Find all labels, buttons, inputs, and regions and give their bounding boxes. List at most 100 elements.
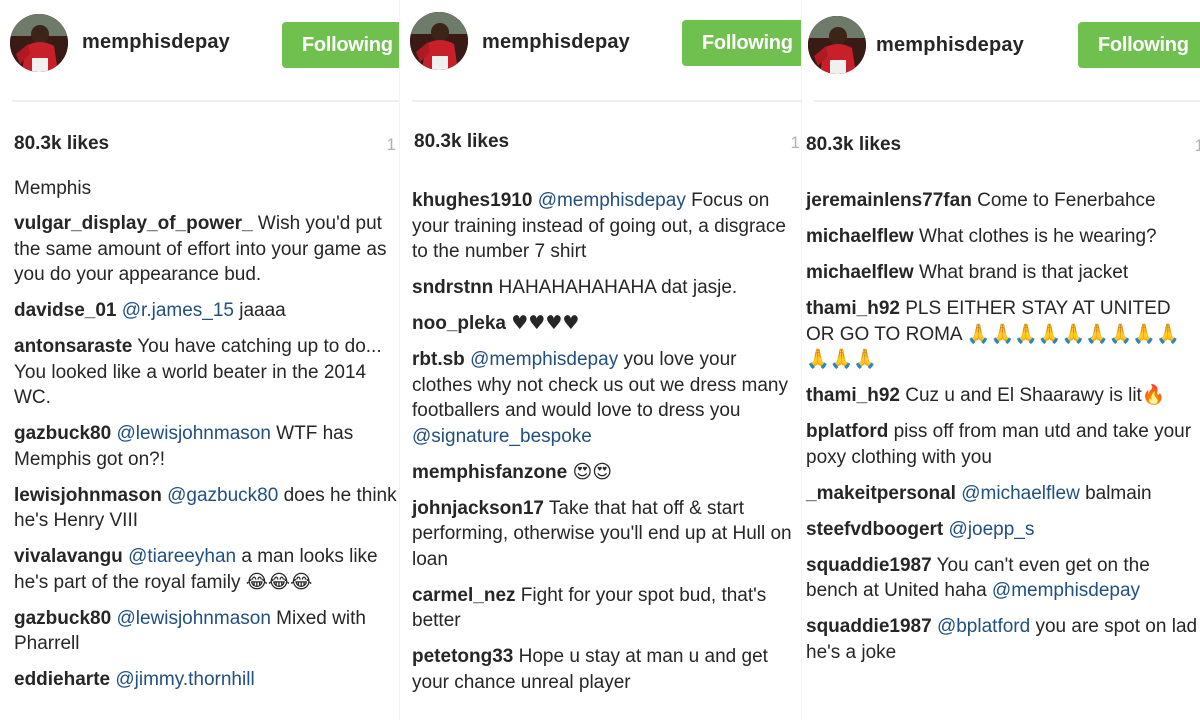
avatar[interactable] (410, 12, 468, 70)
likes-row: 80.3k likes 1 (14, 133, 400, 157)
comment: eddieharte @jimmy.thornhill (14, 667, 398, 693)
likes-count[interactable]: 80.3k likes (806, 134, 901, 155)
comment-mention-link[interactable]: @tiareeyhan (128, 546, 236, 567)
comment: davidse_01 @r.james_15 jaaaa (14, 298, 398, 324)
avatar-photo-icon (10, 14, 68, 72)
comment-username[interactable]: eddieharte (14, 669, 110, 690)
likes-count[interactable]: 80.3k likes (414, 131, 509, 152)
comment-mention-link[interactable]: @michaelflew (961, 483, 1080, 504)
comment-username[interactable]: antonsaraste (14, 336, 132, 357)
comment-username[interactable]: bplatford (806, 421, 888, 442)
comment-mention-link[interactable]: @gazbuck80 (167, 485, 278, 506)
comment: thami_h92 Cuz u and El Shaarawy is lit🔥 (806, 383, 1198, 409)
comment: johnjackson17 Take that hat off & start … (412, 496, 800, 573)
avatar[interactable] (808, 16, 866, 74)
comment-username[interactable]: squaddie1987 (806, 616, 932, 637)
comment: squaddie1987 @bplatford you are spot on … (806, 614, 1198, 665)
comment: khughes1910 @memphisdepay Focus on your … (412, 188, 800, 265)
comment-username[interactable]: vivalavangu (14, 546, 123, 567)
comment-username[interactable]: rbt.sb (412, 349, 465, 370)
comment: noo_pleka ♥♥♥♥ (412, 311, 800, 337)
comment-username[interactable]: _makeitpersonal (806, 483, 956, 504)
avatar-photo-icon (808, 16, 866, 74)
username[interactable]: memphisdepay (876, 34, 1024, 57)
comment-username[interactable]: noo_pleka (412, 313, 506, 334)
likes-row: 80.3k likes 1 (806, 134, 1200, 158)
comment: sndrstnn HAHAHAHAHAHA dat jasje. (412, 275, 800, 301)
post-time: 1 (386, 135, 396, 154)
comment-mention-link[interactable]: @lewisjohnmason (116, 608, 270, 629)
comment: vulgar_display_of_power_ Wish you'd put … (14, 211, 398, 288)
likes-count[interactable]: 80.3k likes (14, 133, 109, 154)
comment: jeremainlens77fan Come to Fenerbahce (806, 188, 1198, 214)
comment: michaelflew What clothes is he wearing? (806, 224, 1198, 250)
comment-username[interactable]: khughes1910 (412, 190, 532, 211)
comment-username[interactable]: thami_h92 (806, 385, 900, 406)
following-button[interactable]: Following (682, 20, 802, 66)
comment-username[interactable]: gazbuck80 (14, 423, 111, 444)
post-time: 1 (1194, 136, 1200, 155)
comment: antonsaraste You have catching up to do.… (14, 334, 398, 411)
header-divider (412, 100, 802, 102)
comment-mention-link[interactable]: @memphisdepay (538, 190, 686, 211)
avatar-photo-icon (410, 12, 468, 70)
post-time: 1 (790, 133, 800, 152)
comment-username[interactable]: davidse_01 (14, 300, 116, 321)
comment-username[interactable]: memphisfanzone (412, 462, 567, 483)
comment-mention-link[interactable]: @r.james_15 (122, 300, 234, 321)
comments-list: jeremainlens77fan Come to Fenerbahce mich… (806, 188, 1198, 676)
comment-username[interactable]: johnjackson17 (412, 498, 544, 519)
post-header: memphisdepay Following (0, 0, 400, 100)
header-divider (12, 100, 400, 102)
comment: rbt.sb @memphisdepay you love your cloth… (412, 347, 800, 449)
comment-username[interactable]: michaelflew (806, 262, 914, 283)
comment: petetong33 Hope u stay at man u and get … (412, 644, 800, 695)
comment-mention-link[interactable]: @memphisdepay (992, 580, 1140, 601)
comment: gazbuck80 @lewisjohnmason Mixed with Pha… (14, 606, 398, 657)
comment-emoji: 😍😍 (572, 460, 613, 483)
comment-emoji: 🔥 (1141, 384, 1166, 406)
avatar[interactable] (10, 14, 68, 72)
comment-mention-link[interactable]: @signature_bespoke (412, 426, 592, 447)
comment-mention-link[interactable]: @memphisdepay (470, 349, 618, 370)
comment-text: Come to Fenerbahce (971, 190, 1156, 211)
comment: steefvdboogert @joepp_s (806, 517, 1198, 543)
post-panel-2: memphisdepay Following 80.3k likes 1 khu… (400, 0, 802, 720)
comment-username[interactable]: squaddie1987 (806, 555, 932, 576)
comment-username[interactable]: vulgar_display_of_power_ (14, 213, 253, 234)
comment-emoji: ♥♥♥♥ (511, 312, 580, 334)
post-header: memphisdepay Following (400, 0, 802, 100)
comment: lewisjohnmason @gazbuck80 does he think … (14, 483, 398, 534)
comment-username[interactable]: gazbuck80 (14, 608, 111, 629)
comment-mention-link[interactable]: @joepp_s (949, 519, 1035, 540)
comment-text: What clothes is he wearing? (913, 226, 1157, 247)
comment-mention-link[interactable]: @jimmy.thornhill (115, 669, 254, 690)
comment-emoji: 😂😂😂 (245, 570, 313, 593)
comments-list: Memphis vulgar_display_of_power_ Wish you… (14, 176, 398, 703)
header-divider (814, 100, 1200, 102)
comment: michaelflew What brand is that jacket (806, 260, 1198, 286)
comment-mention-link[interactable]: @bplatford (937, 616, 1030, 637)
following-button[interactable]: Following (282, 22, 400, 68)
comment-text: What brand is that jacket (913, 262, 1129, 283)
comment-username[interactable]: lewisjohnmason (14, 485, 162, 506)
comment-text: jaaaa (233, 300, 286, 321)
comment-username[interactable]: thami_h92 (806, 298, 900, 319)
username[interactable]: memphisdepay (82, 31, 230, 54)
username[interactable]: memphisdepay (482, 31, 630, 54)
comment-username[interactable]: sndrstnn (412, 277, 493, 298)
comments-list: khughes1910 @memphisdepay Focus on your … (412, 188, 800, 706)
comment-mention-link[interactable]: @lewisjohnmason (116, 423, 270, 444)
comment: carmel_nez Fight for your spot bud, that… (412, 583, 800, 634)
comment-username[interactable]: jeremainlens77fan (806, 190, 972, 211)
post-header: memphisdepay Following (802, 0, 1200, 100)
comment: gazbuck80 @lewisjohnmason WTF has Memphi… (14, 421, 398, 472)
comment-username[interactable]: steefvdboogert (806, 519, 943, 540)
comment-username[interactable]: michaelflew (806, 226, 914, 247)
comment-text: HAHAHAHAHAHA dat jasje. (493, 277, 738, 298)
following-button[interactable]: Following (1078, 22, 1200, 68)
comment-username[interactable]: petetong33 (412, 646, 513, 667)
comment: squaddie1987 You can't even get on the b… (806, 553, 1198, 604)
comment-username[interactable]: carmel_nez (412, 585, 516, 606)
comment: bplatford piss off from man utd and take… (806, 419, 1198, 470)
